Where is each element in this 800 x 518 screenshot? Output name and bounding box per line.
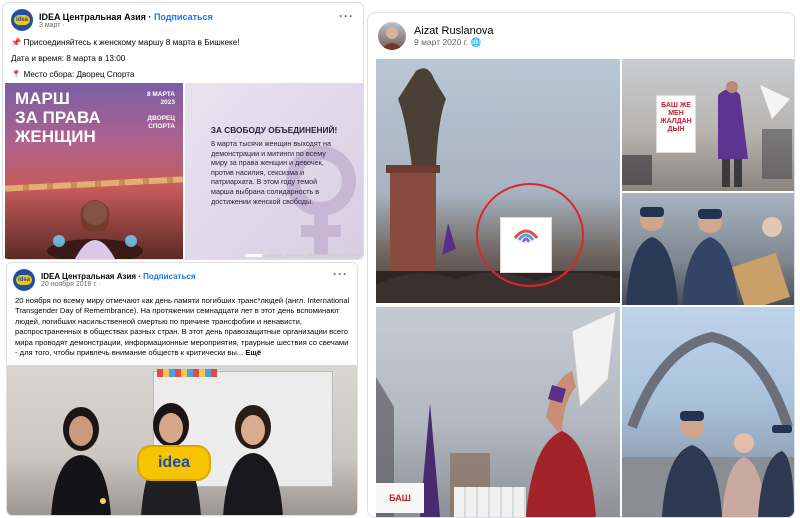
post-date[interactable]: 9 март 2020 г.: [414, 37, 468, 47]
police-photo[interactable]: [622, 193, 794, 305]
more-options-icon[interactable]: ···: [339, 9, 354, 23]
globe-icon: 🌐: [470, 36, 482, 47]
info-heading: ЗА СВОБОДУ ОБЪЕДИНЕНИЙ!: [210, 125, 338, 135]
banner: [454, 487, 526, 517]
page-name[interactable]: IDEA Центральная Азия: [39, 12, 146, 22]
poster-illustration: [47, 200, 143, 259]
subscribe-link[interactable]: Подписаться: [154, 12, 213, 22]
post-card-march: idea IDEA Центральная Азия · Подписаться…: [2, 2, 364, 260]
avatar-logo-text: idea: [15, 275, 32, 285]
post-header: idea IDEA Центральная Азия · Подписаться…: [11, 9, 213, 31]
page-avatar[interactable]: idea: [11, 9, 33, 31]
globe-icon: ·: [98, 281, 102, 288]
carousel-dot[interactable]: [245, 254, 263, 257]
info-body: 8 марта тысячи женщин выходят на демонст…: [211, 139, 332, 206]
post-date[interactable]: 20 ноября 2016 г.: [41, 281, 97, 288]
poster-venue: ДВОРЕЦ СПОРТА: [147, 115, 175, 131]
post-text-body: 20 ноября по всему миру отмечают как ден…: [15, 296, 350, 358]
poster-venue-line: ДВОРЕЦ: [147, 115, 175, 122]
police-scene: [626, 207, 790, 305]
arrest-scene: [622, 331, 794, 517]
poster-title-line: ЗА ПРАВА: [15, 108, 101, 127]
subscribe-link[interactable]: Подписаться: [143, 272, 195, 281]
arrest-photo[interactable]: [622, 307, 794, 517]
post-card-aizat: Aizat Ruslanova 9 март 2020 г. 🌐 БАШ ЖЕ …: [367, 12, 795, 518]
poster-ribbon: [5, 176, 183, 192]
tdor-group-photo[interactable]: idea: [7, 365, 357, 515]
post-text: 20 ноября по всему миру отмечают как ден…: [15, 296, 353, 358]
carousel-dot[interactable]: [285, 254, 303, 257]
poster-date: 8 МАРТА 2023: [147, 91, 175, 107]
poster-venue-line: СПОРТА: [148, 123, 175, 130]
poster-date-line: 2023: [160, 99, 175, 106]
author-name[interactable]: Aizat Ruslanova: [414, 25, 494, 37]
globe-icon: ·: [62, 21, 65, 29]
protest-crowd-photo-2[interactable]: БАШ: [376, 307, 620, 517]
more-options-icon[interactable]: ···: [333, 267, 348, 281]
carousel-dot[interactable]: [305, 254, 323, 257]
post-header: idea IDEA Центральная Азия · Подписаться…: [13, 269, 195, 291]
post-text-line-1: 📌 Присоединяйтесь к женскому маршу 8 мар…: [11, 38, 240, 47]
separator-dot: ·: [148, 11, 152, 22]
highlight-circle: [476, 183, 584, 287]
protest-sign-bottom: БАШ: [376, 483, 424, 513]
avatar-logo-text: idea: [13, 15, 30, 25]
separator-dot: ·: [138, 272, 141, 281]
crowd-scene: [622, 81, 792, 187]
page-name[interactable]: IDEA Центральная Азия: [41, 272, 136, 281]
protest-crowd-photo-1[interactable]: БАШ ЖЕ МЕН ЖАЛДАН ДЫН: [622, 59, 794, 191]
poster-title: МАРШ ЗА ПРАВА ЖЕНЩИН: [15, 89, 101, 146]
idea-logo-sign: idea: [137, 445, 211, 481]
carousel-dot[interactable]: [345, 254, 363, 257]
carousel-dot[interactable]: [265, 254, 283, 257]
post-card-tdor: idea IDEA Центральная Азия · Подписаться…: [6, 262, 358, 516]
user-avatar[interactable]: [378, 22, 406, 50]
post-date[interactable]: 3 март: [39, 22, 61, 29]
garland: [157, 369, 217, 377]
march-info-image[interactable]: ЗА СВОБОДУ ОБЪЕДИНЕНИЙ! 8 марта тысячи ж…: [185, 83, 363, 259]
avatar-photo: [381, 27, 403, 50]
post-text-line-3: 📍 Место сбора: Дворец Спорта: [11, 70, 135, 79]
poster-title-line: МАРШ: [15, 89, 70, 108]
page-avatar[interactable]: idea: [13, 269, 35, 291]
see-more-link[interactable]: Ещё: [245, 348, 261, 357]
post-text-line-2: Дата и время: 8 марта в 13:00: [11, 54, 126, 63]
statue-march-photo[interactable]: [376, 59, 620, 303]
post-header: Aizat Ruslanova 9 март 2020 г. 🌐: [378, 22, 494, 50]
march-poster-image[interactable]: МАРШ ЗА ПРАВА ЖЕНЩИН 8 МАРТА 2023 ДВОРЕЦ…: [5, 83, 183, 259]
poster-date-line: 8 МАРТА: [146, 91, 175, 98]
carousel-indicator: [245, 254, 363, 257]
carousel-dot[interactable]: [325, 254, 343, 257]
poster-title-line: ЖЕНЩИН: [15, 127, 96, 146]
